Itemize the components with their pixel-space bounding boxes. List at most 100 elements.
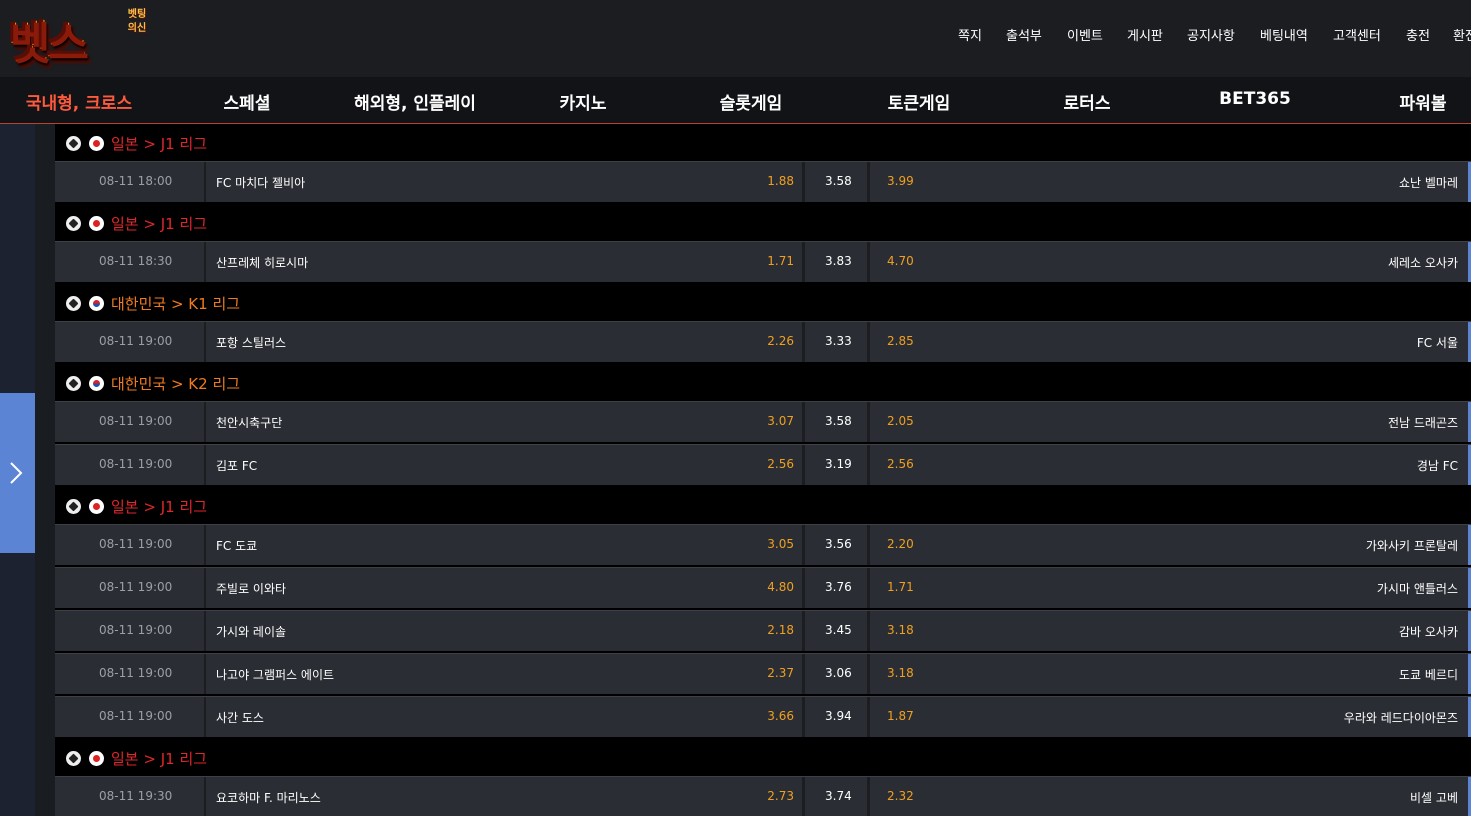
match-time: 08-11 18:30 [99, 254, 173, 268]
home-odds[interactable]: 2.37 [767, 666, 794, 680]
away-odds[interactable]: 1.87 [887, 709, 914, 723]
draw-odds[interactable]: 3.58 [825, 174, 852, 188]
away-team[interactable]: 전남 드래곤즈 [1388, 414, 1458, 431]
away-team[interactable]: 가시마 앤틀러스 [1377, 580, 1458, 597]
draw-odds[interactable]: 3.56 [825, 537, 852, 551]
category-tab-slots[interactable]: 슬롯게임 [720, 89, 783, 114]
home-odds[interactable]: 2.26 [767, 334, 794, 348]
match-time: 08-11 19:00 [99, 666, 173, 680]
category-tab-bet365[interactable]: BET365 [1219, 89, 1291, 109]
home-team[interactable]: 천안시축구단 [216, 414, 282, 431]
away-odds[interactable]: 2.20 [887, 537, 914, 551]
soccer-ball-icon [66, 136, 81, 151]
away-team[interactable]: 쇼난 벨마레 [1399, 174, 1458, 191]
top-nav: 쪽지 출석부 이벤트 게시판 공지사항 베팅내역 고객센터 충전 환전 [0, 25, 1471, 45]
soccer-ball-icon [66, 751, 81, 766]
league-header: 일본 > J1 리그 [55, 739, 1471, 776]
draw-odds[interactable]: 3.76 [825, 580, 852, 594]
category-tab-special[interactable]: 스페셜 [224, 89, 271, 114]
home-odds[interactable]: 1.88 [767, 174, 794, 188]
away-team[interactable]: 비셀 고베 [1410, 789, 1458, 806]
top-nav-notices[interactable]: 공지사항 [1187, 25, 1235, 44]
away-odds[interactable]: 2.85 [887, 334, 914, 348]
home-team[interactable]: 김포 FC [216, 457, 257, 474]
away-odds[interactable]: 3.99 [887, 174, 914, 188]
category-tab-powerball[interactable]: 파워볼 [1400, 89, 1447, 114]
home-odds[interactable]: 2.18 [767, 623, 794, 637]
top-nav-events[interactable]: 이벤트 [1067, 25, 1103, 44]
category-tab-lotus[interactable]: 로터스 [1064, 89, 1111, 114]
home-odds[interactable]: 3.07 [767, 414, 794, 428]
home-team[interactable]: 주빌로 이와타 [216, 580, 286, 597]
away-odds[interactable]: 2.56 [887, 457, 914, 471]
category-tab-token[interactable]: 토큰게임 [888, 89, 951, 114]
top-nav-board[interactable]: 게시판 [1127, 25, 1163, 44]
top-nav-support[interactable]: 고객센터 [1333, 25, 1381, 44]
match-time: 08-11 19:00 [99, 457, 173, 471]
draw-odds[interactable]: 3.58 [825, 414, 852, 428]
match-row: 08-11 19:00 포항 스틸러스 2.26 3.33 2.85 FC 서울 [55, 321, 1471, 362]
content-gutter [35, 124, 55, 816]
away-odds[interactable]: 2.05 [887, 414, 914, 428]
away-team[interactable]: 세레소 오사카 [1388, 254, 1458, 271]
match-time: 08-11 19:30 [99, 789, 173, 803]
category-tab-casino[interactable]: 카지노 [560, 89, 607, 114]
away-odds[interactable]: 1.71 [887, 580, 914, 594]
korea-flag-icon [89, 296, 104, 311]
league-name: 대한민국 > K1 리그 [111, 295, 241, 313]
draw-odds[interactable]: 3.06 [825, 666, 852, 680]
away-team[interactable]: 가와사키 프론탈레 [1366, 537, 1458, 554]
league-name: 일본 > J1 리그 [111, 498, 208, 516]
away-odds[interactable]: 4.70 [887, 254, 914, 268]
home-odds[interactable]: 1.71 [767, 254, 794, 268]
draw-odds[interactable]: 3.94 [825, 709, 852, 723]
league-header: 대한민국 > K2 리그 [55, 364, 1471, 401]
away-odds[interactable]: 3.18 [887, 623, 914, 637]
sidebar-toggle-button[interactable] [0, 393, 35, 553]
top-nav-deposit[interactable]: 충전 [1406, 25, 1430, 44]
match-time: 08-11 19:00 [99, 334, 173, 348]
away-odds[interactable]: 3.18 [887, 666, 914, 680]
home-odds[interactable]: 2.73 [767, 789, 794, 803]
draw-odds[interactable]: 3.33 [825, 334, 852, 348]
home-odds[interactable]: 3.66 [767, 709, 794, 723]
top-nav-withdraw[interactable]: 환전 [1453, 25, 1471, 44]
home-odds[interactable]: 3.05 [767, 537, 794, 551]
away-team[interactable]: 경남 FC [1417, 457, 1458, 474]
chevron-right-icon [10, 462, 23, 484]
match-time: 08-11 19:00 [99, 580, 173, 594]
home-team[interactable]: 나고야 그램퍼스 에이트 [216, 666, 334, 683]
category-tab-overseas[interactable]: 해외형, 인플레이 [354, 89, 476, 114]
away-team[interactable]: 감바 오사카 [1399, 623, 1458, 640]
home-team[interactable]: 요코하마 F. 마리노스 [216, 789, 321, 806]
top-nav-attendance[interactable]: 출석부 [1006, 25, 1042, 44]
match-list: 일본 > J1 리그 08-11 18:00 FC 마치다 젤비아 1.88 3… [55, 124, 1471, 816]
home-team[interactable]: 포항 스틸러스 [216, 334, 286, 351]
home-team[interactable]: 사간 도스 [216, 709, 264, 726]
home-odds[interactable]: 4.80 [767, 580, 794, 594]
match-time: 08-11 18:00 [99, 174, 173, 188]
league-name: 대한민국 > K2 리그 [111, 375, 241, 393]
site-header: 벳스 벳팅의신 쪽지 출석부 이벤트 게시판 공지사항 베팅내역 고객센터 충전… [0, 0, 1471, 77]
away-team[interactable]: 도쿄 베르디 [1399, 666, 1458, 683]
away-team[interactable]: 우라와 레드다이아몬즈 [1344, 709, 1458, 726]
league-header: 일본 > J1 리그 [55, 124, 1471, 161]
away-team[interactable]: FC 서울 [1417, 334, 1458, 351]
match-row: 08-11 19:00 나고야 그램퍼스 에이트 2.37 3.06 3.18 … [55, 653, 1471, 694]
draw-odds[interactable]: 3.45 [825, 623, 852, 637]
category-tab-domestic[interactable]: 국내형, 크로스 [26, 89, 132, 114]
home-team[interactable]: 가시와 레이솔 [216, 623, 286, 640]
away-odds[interactable]: 2.32 [887, 789, 914, 803]
match-row: 08-11 19:00 가시와 레이솔 2.18 3.45 3.18 감바 오사… [55, 610, 1471, 651]
match-row: 08-11 19:30 요코하마 F. 마리노스 2.73 3.74 2.32 … [55, 776, 1471, 816]
top-nav-bet-history[interactable]: 베팅내역 [1260, 25, 1308, 44]
home-team[interactable]: FC 도쿄 [216, 537, 257, 554]
home-team[interactable]: FC 마치다 젤비아 [216, 174, 305, 191]
top-nav-messages[interactable]: 쪽지 [958, 25, 982, 44]
draw-odds[interactable]: 3.74 [825, 789, 852, 803]
league-header: 일본 > J1 리그 [55, 204, 1471, 241]
draw-odds[interactable]: 3.19 [825, 457, 852, 471]
home-odds[interactable]: 2.56 [767, 457, 794, 471]
draw-odds[interactable]: 3.83 [825, 254, 852, 268]
home-team[interactable]: 산프레체 히로시마 [216, 254, 308, 271]
